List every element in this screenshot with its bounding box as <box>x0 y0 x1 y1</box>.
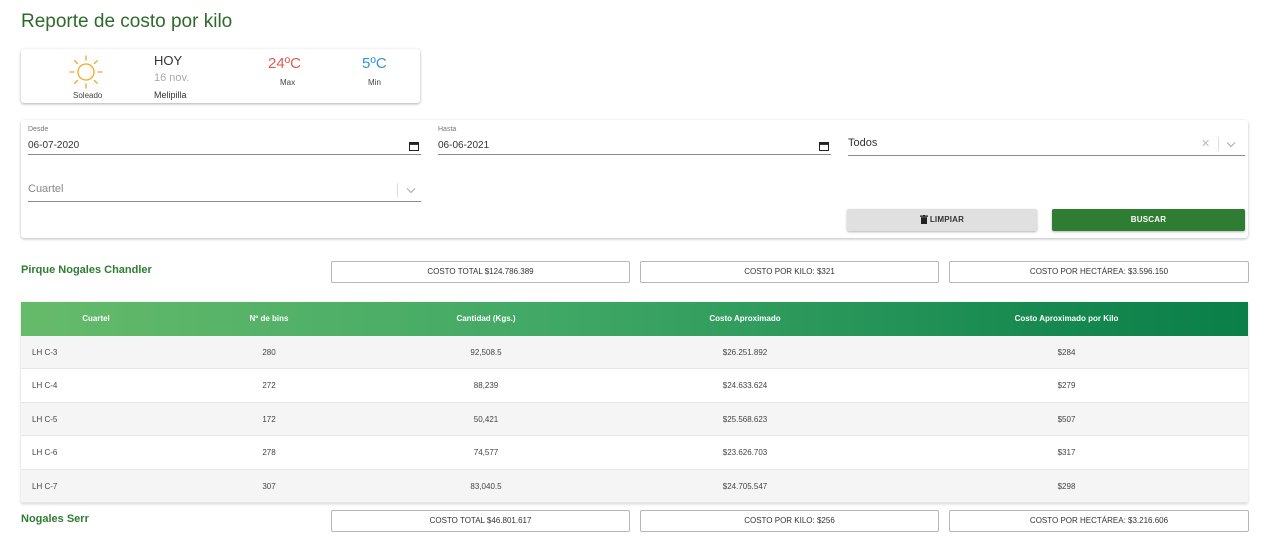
table-row: LH C-6 278 74,577 $23.626.703 $317 <box>21 436 1248 470</box>
campo-select-underline <box>848 155 1245 156</box>
clear-button[interactable]: LIMPIAR <box>847 209 1037 231</box>
date-to-underline <box>438 154 831 155</box>
weather-day-label: HOY <box>154 53 183 68</box>
cell-quantity: 92,508.5 <box>470 348 502 357</box>
cell-approx-cost: $25.568.623 <box>722 414 768 424</box>
table-row: LH C-4 272 88,239 $24.633.624 $279 <box>21 369 1248 403</box>
search-button[interactable]: BUSCAR <box>1052 209 1245 231</box>
calendar-icon[interactable] <box>409 141 419 151</box>
cell-approx-cost-per-kilo: $284 <box>1057 348 1076 357</box>
summary-total-cost: COSTO TOTAL $46.801.617 <box>331 510 630 532</box>
cell-quantity: 74,577 <box>473 448 499 458</box>
cuartel-select[interactable]: Cuartel <box>28 172 421 202</box>
column-header-bins[interactable]: Nº de bins <box>171 302 367 336</box>
weather-date: 16 nov. <box>154 72 190 84</box>
chevron-down-icon[interactable] <box>406 187 416 194</box>
min-temperature: 5ºC <box>362 55 387 72</box>
column-header-approx-cost[interactable]: Costo Aproximado <box>605 302 885 336</box>
cell-bins: 278 <box>262 448 276 458</box>
cell-bins: 272 <box>262 381 276 391</box>
summary-cost-per-kilo: COSTO POR KILO: $256 <box>640 510 939 532</box>
cell-approx-cost: $24.705.547 <box>722 481 768 491</box>
date-to-field[interactable]: Hasta 06-06-2021 <box>438 126 831 155</box>
summary-cost-per-kilo: COSTO POR KILO: $321 <box>640 261 939 283</box>
date-from-label: Desde <box>28 126 49 133</box>
cell-cuartel: LH C-6 <box>32 448 58 458</box>
select-separator <box>1218 137 1219 151</box>
date-to-value[interactable]: 06-06-2021 <box>438 140 489 151</box>
weather-location: Melipilla <box>154 90 187 100</box>
cell-cuartel: LH C-5 <box>32 414 58 424</box>
cell-cuartel: LH C-3 <box>32 348 58 357</box>
column-header-quantity[interactable]: Cantidad (Kgs.) <box>367 302 605 336</box>
cell-bins: 172 <box>262 414 276 424</box>
table-row: LH C-3 280 92,508.5 $26.251.892 $284 <box>21 336 1248 370</box>
cell-bins: 307 <box>262 481 276 491</box>
page-title: Reporte de costo por kilo <box>21 11 233 32</box>
chevron-down-icon[interactable] <box>1226 141 1236 148</box>
cuartel-select-placeholder: Cuartel <box>28 183 64 195</box>
cell-cuartel: LH C-4 <box>32 381 58 391</box>
date-from-field[interactable]: Desde 06-07-2020 <box>28 126 421 155</box>
calendar-icon[interactable] <box>819 141 829 151</box>
cost-table: Cuartel Nº de bins Cantidad (Kgs.) Costo… <box>21 302 1248 503</box>
weather-card: Soleado HOY 16 nov. Melipilla 24ºC Max 5… <box>21 49 420 103</box>
date-from-value[interactable]: 06-07-2020 <box>28 140 79 151</box>
weather-condition: Soleado <box>73 91 103 100</box>
cell-quantity: 83,040.5 <box>470 481 502 491</box>
filter-panel: Desde 06-07-2020 Hasta 06-06-2021 Todos … <box>21 120 1248 238</box>
date-from-underline <box>28 154 421 155</box>
summary-total-cost: COSTO TOTAL $124.786.389 <box>331 261 630 283</box>
cell-approx-cost-per-kilo: $317 <box>1057 448 1076 458</box>
max-temperature-label: Max <box>280 78 296 87</box>
cell-approx-cost: $26.251.892 <box>722 348 768 357</box>
table-row: LH C-7 307 83,040.5 $24.705.547 $298 <box>21 469 1248 503</box>
select-separator <box>397 183 398 197</box>
cell-approx-cost: $24.633.624 <box>722 381 768 391</box>
cell-quantity: 50,421 <box>473 414 499 424</box>
section-title: Nogales Serr <box>21 513 89 525</box>
campo-select[interactable]: Todos ✕ <box>848 126 1245 156</box>
table-header: Cuartel Nº de bins Cantidad (Kgs.) Costo… <box>21 302 1248 336</box>
summary-cost-per-hectare: COSTO POR HECTÁREA: $3.596.150 <box>949 261 1249 283</box>
clear-selection-icon[interactable]: ✕ <box>1201 137 1210 150</box>
table-row: LH C-5 172 50,421 $25.568.623 $507 <box>21 402 1248 437</box>
cell-approx-cost: $23.626.703 <box>722 448 768 458</box>
min-temperature-label: Min <box>368 78 381 87</box>
cell-approx-cost-per-kilo: $298 <box>1057 481 1076 491</box>
section-title: Pirque Nogales Chandler <box>21 264 152 276</box>
cell-approx-cost-per-kilo: $279 <box>1057 381 1076 391</box>
date-to-label: Hasta <box>438 126 457 133</box>
cell-quantity: 88,239 <box>473 381 499 391</box>
clear-button-label: LIMPIAR <box>929 215 965 224</box>
trash-icon <box>919 215 928 224</box>
column-header-approx-cost-per-kilo[interactable]: Costo Aproximado por Kilo <box>885 302 1248 336</box>
summary-cost-per-hectare: COSTO POR HECTÁREA: $3.216.606 <box>949 510 1249 532</box>
cell-approx-cost-per-kilo: $507 <box>1057 414 1076 424</box>
sun-icon <box>69 55 103 89</box>
max-temperature: 24ºC <box>268 55 301 72</box>
campo-select-value: Todos <box>848 137 878 149</box>
cuartel-select-underline <box>28 201 421 202</box>
cell-bins: 280 <box>262 348 276 357</box>
column-header-cuartel[interactable]: Cuartel <box>21 302 171 336</box>
cell-cuartel: LH C-7 <box>32 481 58 491</box>
